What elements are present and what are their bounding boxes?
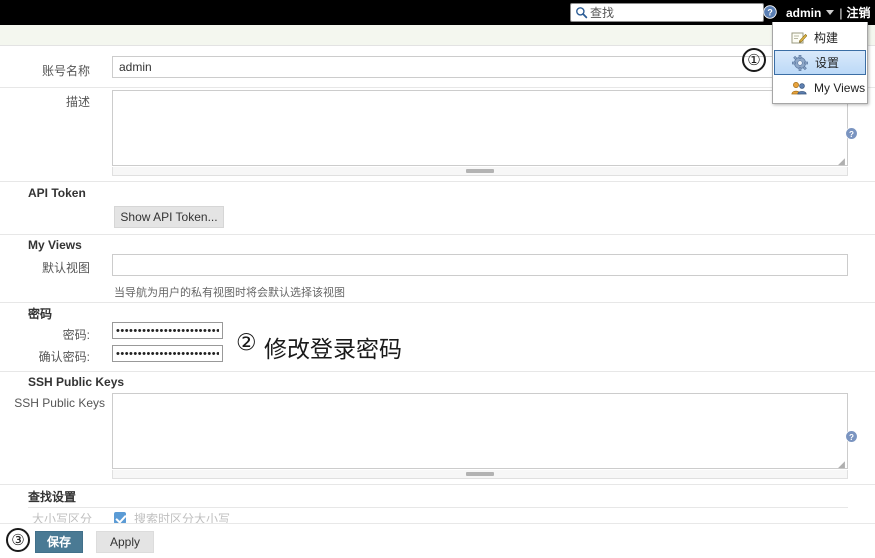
description-textarea[interactable]	[112, 90, 848, 166]
default-view-hint: 当导航为用户的私有视图时将会默认选择该视图	[114, 287, 345, 299]
svg-text:?: ?	[849, 433, 854, 442]
description-resize-bar[interactable]	[112, 167, 848, 176]
divider	[0, 484, 875, 485]
account-name-label: 账号名称	[41, 64, 90, 78]
build-pencil-icon	[791, 30, 808, 46]
confirm-password-label: 确认密码:	[38, 350, 90, 364]
menu-item-build[interactable]: 构建	[773, 25, 867, 50]
annotation-text-2: 修改登录密码	[264, 337, 402, 363]
breadcrumb-bar	[0, 25, 875, 46]
apply-button[interactable]: Apply	[96, 531, 154, 553]
default-view-input[interactable]	[112, 254, 848, 276]
form-action-bar: 保存 Apply	[0, 523, 875, 558]
section-ssh-public-keys: SSH Public Keys	[28, 375, 125, 389]
gear-icon	[792, 54, 808, 71]
menu-item-settings-label: 设置	[815, 56, 840, 70]
page-root: ? admin | 注销 构建	[0, 0, 875, 558]
menu-item-settings[interactable]: 设置	[774, 50, 866, 75]
ssh-public-keys-textarea[interactable]	[112, 393, 848, 469]
divider	[28, 507, 848, 508]
account-name-input[interactable]	[112, 56, 848, 78]
search-box[interactable]	[570, 3, 764, 22]
help-circle-icon[interactable]: ?	[763, 5, 777, 19]
save-button[interactable]: 保存	[35, 531, 83, 553]
settings-form: 账号名称 描述 ◢ ? API Token Show API Token... …	[0, 46, 875, 558]
annotation-marker-2: ②	[236, 330, 257, 356]
divider	[0, 234, 875, 235]
user-name-label[interactable]: admin	[786, 6, 821, 20]
section-search-settings: 查找设置	[28, 490, 77, 504]
annotation-marker-1: ①	[742, 48, 766, 72]
user-menu[interactable]: admin | 注销	[786, 4, 870, 21]
divider	[0, 87, 875, 88]
search-icon	[574, 5, 589, 20]
logout-link[interactable]: 注销	[846, 4, 870, 21]
menu-item-build-label: 构建	[814, 31, 839, 45]
search-input[interactable]	[589, 5, 754, 20]
annotation-marker-3: ③	[6, 528, 30, 552]
chevron-down-icon[interactable]	[826, 10, 835, 15]
divider	[0, 302, 875, 303]
ssh-public-keys-label: SSH Public Keys	[14, 396, 105, 410]
confirm-password-input[interactable]	[112, 345, 223, 362]
user-dropdown-menu[interactable]: 构建 设置 My Views	[772, 22, 868, 104]
description-help-icon[interactable]: ?	[845, 127, 858, 140]
default-view-label: 默认视图	[41, 261, 90, 275]
section-api-token: API Token	[28, 186, 86, 200]
people-icon	[791, 80, 807, 96]
top-navigation-bar: ? admin | 注销	[0, 0, 875, 25]
ssh-help-icon[interactable]: ?	[845, 430, 858, 443]
menu-item-my-views-label: My Views	[814, 80, 866, 95]
svg-text:?: ?	[849, 130, 854, 139]
section-my-views: My Views	[28, 238, 82, 252]
resize-grip-icon[interactable]: ◢	[838, 157, 847, 166]
show-api-token-button[interactable]: Show API Token...	[114, 206, 224, 228]
ssh-resize-bar[interactable]	[112, 470, 848, 479]
description-label: 描述	[65, 95, 90, 109]
svg-text:?: ?	[767, 8, 772, 18]
section-password: 密码	[28, 307, 53, 321]
divider	[0, 371, 875, 372]
password-label: 密码:	[62, 328, 90, 342]
resize-grip-icon[interactable]: ◢	[838, 460, 847, 469]
password-input[interactable]	[112, 322, 223, 339]
menu-item-my-views[interactable]: My Views	[773, 75, 867, 100]
divider	[0, 181, 875, 182]
menu-separator: |	[839, 5, 843, 20]
